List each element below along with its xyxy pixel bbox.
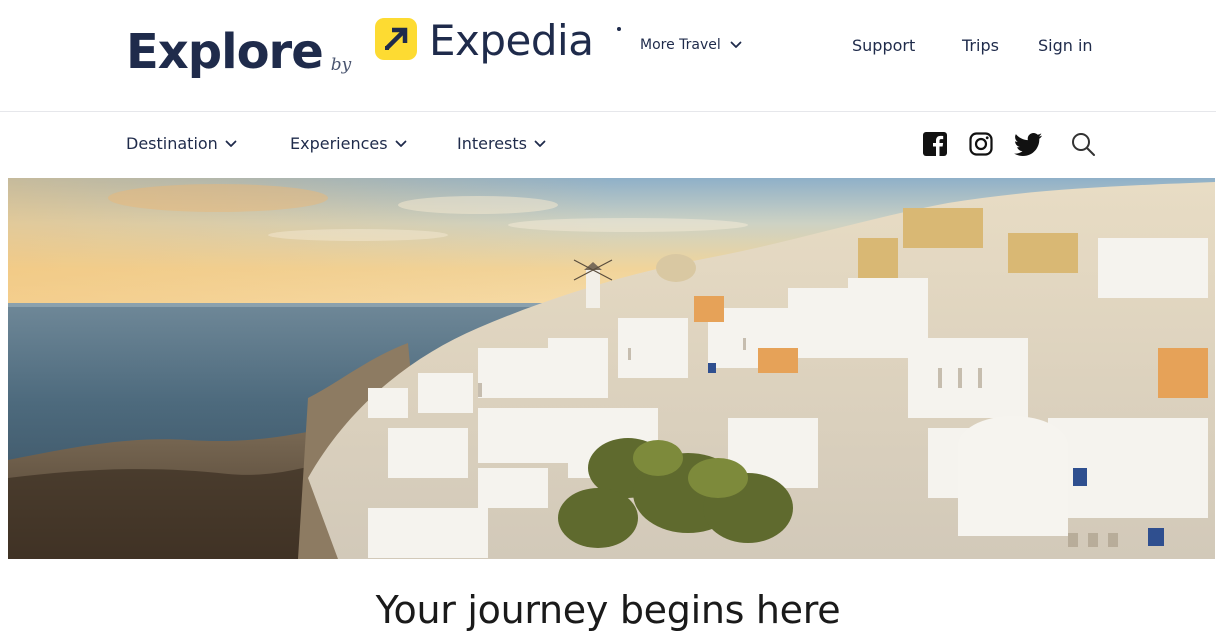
twitter-icon[interactable] xyxy=(1014,131,1042,157)
nav-interests-label: Interests xyxy=(457,134,527,153)
more-travel-label: More Travel xyxy=(640,37,721,53)
nav-experiences-label: Experiences xyxy=(290,134,388,153)
nav-destination-label: Destination xyxy=(126,134,218,153)
brand-by-text: by xyxy=(330,55,352,75)
top-header: Explore by Expedia More Travel Support T… xyxy=(0,0,1216,110)
chevron-down-icon xyxy=(534,140,546,147)
page-title: Your journey begins here xyxy=(375,588,841,632)
brand-logo[interactable]: Explore by Expedia xyxy=(126,10,621,80)
support-link[interactable]: Support xyxy=(852,36,915,55)
trademark-dot xyxy=(617,27,621,31)
search-icon[interactable] xyxy=(1070,131,1096,157)
brand-expedia-text: Expedia xyxy=(429,16,594,65)
facebook-icon[interactable] xyxy=(922,131,948,157)
expedia-logo-icon xyxy=(375,18,417,60)
chevron-down-icon xyxy=(730,41,742,48)
instagram-icon[interactable] xyxy=(968,131,994,157)
nav-interests[interactable]: Interests xyxy=(457,134,546,153)
trips-link[interactable]: Trips xyxy=(962,36,999,55)
nav-experiences[interactable]: Experiences xyxy=(290,134,407,153)
chevron-down-icon xyxy=(395,140,406,147)
more-travel-menu[interactable]: More Travel xyxy=(640,37,742,53)
nav-destination[interactable]: Destination xyxy=(126,134,237,153)
hero-image xyxy=(8,178,1215,559)
chevron-down-icon xyxy=(225,140,237,147)
brand-explore-text: Explore xyxy=(126,24,324,80)
sign-in-link[interactable]: Sign in xyxy=(1038,36,1093,55)
